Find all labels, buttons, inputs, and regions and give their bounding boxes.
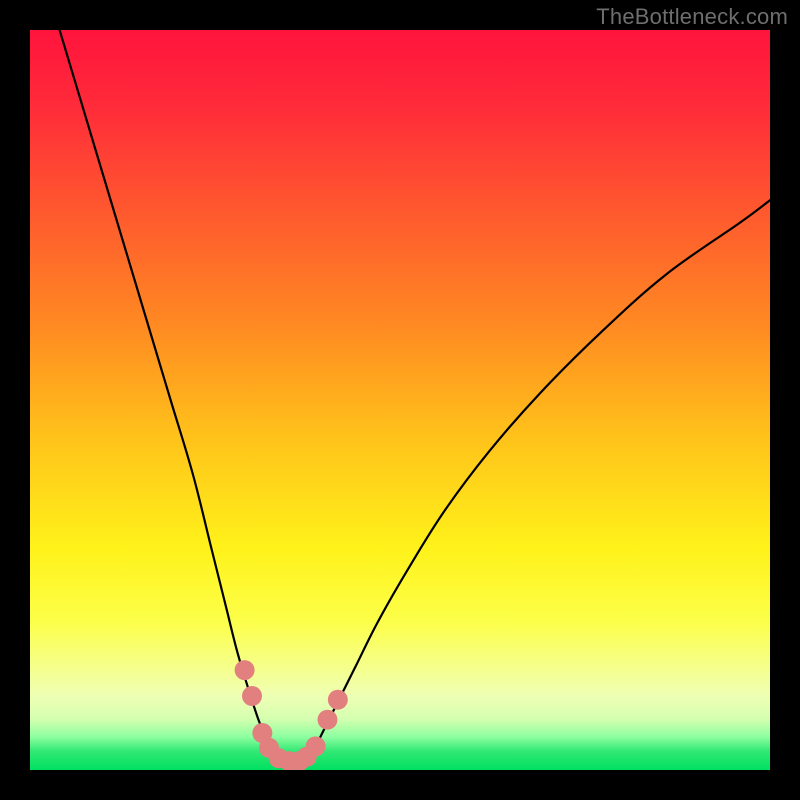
marker-dot <box>328 690 348 710</box>
right-branch-curve <box>311 200 770 755</box>
chart-frame: TheBottleneck.com <box>0 0 800 800</box>
marker-group <box>235 660 348 770</box>
marker-dot <box>306 736 326 756</box>
marker-dot <box>235 660 255 680</box>
left-branch-curve <box>60 30 275 755</box>
plot-area <box>30 30 770 770</box>
curve-layer <box>30 30 770 770</box>
marker-dot <box>317 710 337 730</box>
marker-dot <box>242 686 262 706</box>
watermark-text: TheBottleneck.com <box>596 4 788 30</box>
